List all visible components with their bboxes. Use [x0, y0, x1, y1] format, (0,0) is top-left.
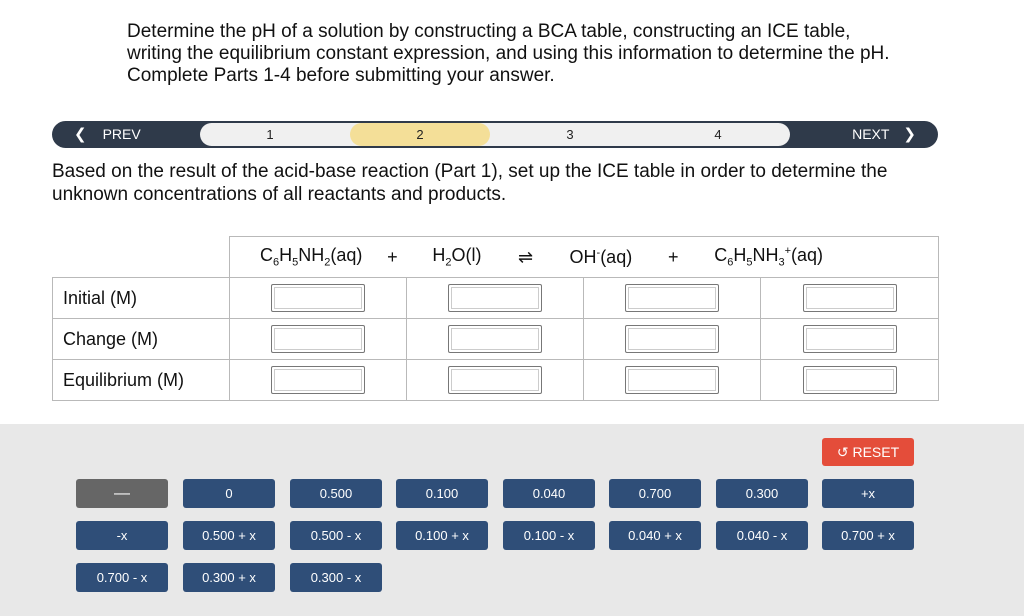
step-1-button[interactable]: 1: [200, 123, 340, 146]
answer-tile[interactable]: 0.040: [503, 479, 595, 508]
step-3-button[interactable]: 3: [500, 123, 640, 146]
drop-slot[interactable]: [625, 366, 719, 394]
answer-tile[interactable]: 0.100 - x: [503, 521, 595, 550]
answer-tile[interactable]: 0.300 + x: [183, 563, 275, 592]
answer-tile[interactable]: 0.300: [716, 479, 808, 508]
drop-slot[interactable]: [271, 325, 365, 353]
answer-tile[interactable]: 0.500 + x: [183, 521, 275, 550]
answer-tile[interactable]: 0.100: [396, 479, 488, 508]
drop-slot[interactable]: [802, 325, 897, 353]
answer-tile[interactable]: 0.700 - x: [76, 563, 168, 592]
drop-slot[interactable]: [271, 284, 365, 312]
plus-sign: +: [387, 246, 398, 267]
equilibrium-arrow-icon: ⇌: [517, 246, 534, 267]
step-4-button[interactable]: 4: [648, 123, 788, 146]
drop-slot[interactable]: [802, 366, 897, 394]
table-corner: [52, 236, 230, 278]
row-label-change: Change (M): [52, 318, 230, 360]
step-navigation: ❮ PREV 1 2 3 4 NEXT ❯: [52, 121, 938, 148]
step-track: 1 2 3 4: [200, 123, 790, 146]
answer-tile[interactable]: +x: [822, 479, 914, 508]
species-oh: OH-(aq): [569, 246, 633, 267]
answer-tile[interactable]: 0: [183, 479, 275, 508]
answer-tile[interactable]: 0.700 + x: [822, 521, 914, 550]
answer-tile[interactable]: 0.500 - x: [290, 521, 382, 550]
chevron-right-icon: ❯: [903, 126, 916, 143]
answer-tile[interactable]: 0.500: [290, 479, 382, 508]
step-2-button[interactable]: 2: [350, 123, 490, 146]
reset-icon: ↺: [836, 444, 849, 460]
drop-slot[interactable]: [448, 325, 542, 353]
reset-button[interactable]: ↺ RESET: [822, 438, 914, 466]
reset-label: RESET: [852, 444, 900, 460]
answer-tile[interactable]: 0.300 - x: [290, 563, 382, 592]
row-label-initial: Initial (M): [52, 277, 230, 319]
question-prompt: Based on the result of the acid-base rea…: [52, 161, 888, 205]
answer-tile[interactable]: -x: [76, 521, 168, 550]
drop-slot[interactable]: [448, 284, 542, 312]
chevron-left-icon: ❮: [74, 126, 87, 143]
drop-slot[interactable]: [625, 325, 719, 353]
equation-header: C6H5NH2(aq) + H2O(l) ⇌ OH-(aq) + C6H5NH3…: [228, 236, 940, 278]
plus-sign: +: [667, 246, 679, 267]
species-h2o: H2O(l): [432, 245, 482, 269]
answer-tile[interactable]: 0.040 + x: [609, 521, 701, 550]
answer-tile[interactable]: 0.100 + x: [396, 521, 488, 550]
row-label-equilibrium: Equilibrium (M): [52, 359, 230, 401]
prev-label: PREV: [102, 126, 141, 142]
answer-tile[interactable]: 0.700: [609, 479, 701, 508]
species-c6h5nh2: C6H5NH2(aq): [260, 245, 363, 269]
species-c6h5nh3: C6H5NH3+(aq): [714, 245, 824, 269]
drop-slot[interactable]: [271, 366, 365, 394]
answer-tile[interactable]: —: [76, 479, 168, 508]
instructions-text: Determine the pH of a solution by constr…: [127, 21, 890, 86]
drop-slot[interactable]: [625, 284, 719, 312]
next-label: NEXT: [852, 126, 890, 142]
drop-slot[interactable]: [448, 366, 542, 394]
ice-table: C6H5NH2(aq) + H2O(l) ⇌ OH-(aq) + C6H5NH3…: [52, 236, 940, 401]
drop-slot[interactable]: [802, 284, 897, 312]
prev-button[interactable]: ❮ PREV: [74, 121, 141, 148]
answer-tile[interactable]: 0.040 - x: [716, 521, 808, 550]
next-button[interactable]: NEXT ❯: [852, 121, 916, 148]
